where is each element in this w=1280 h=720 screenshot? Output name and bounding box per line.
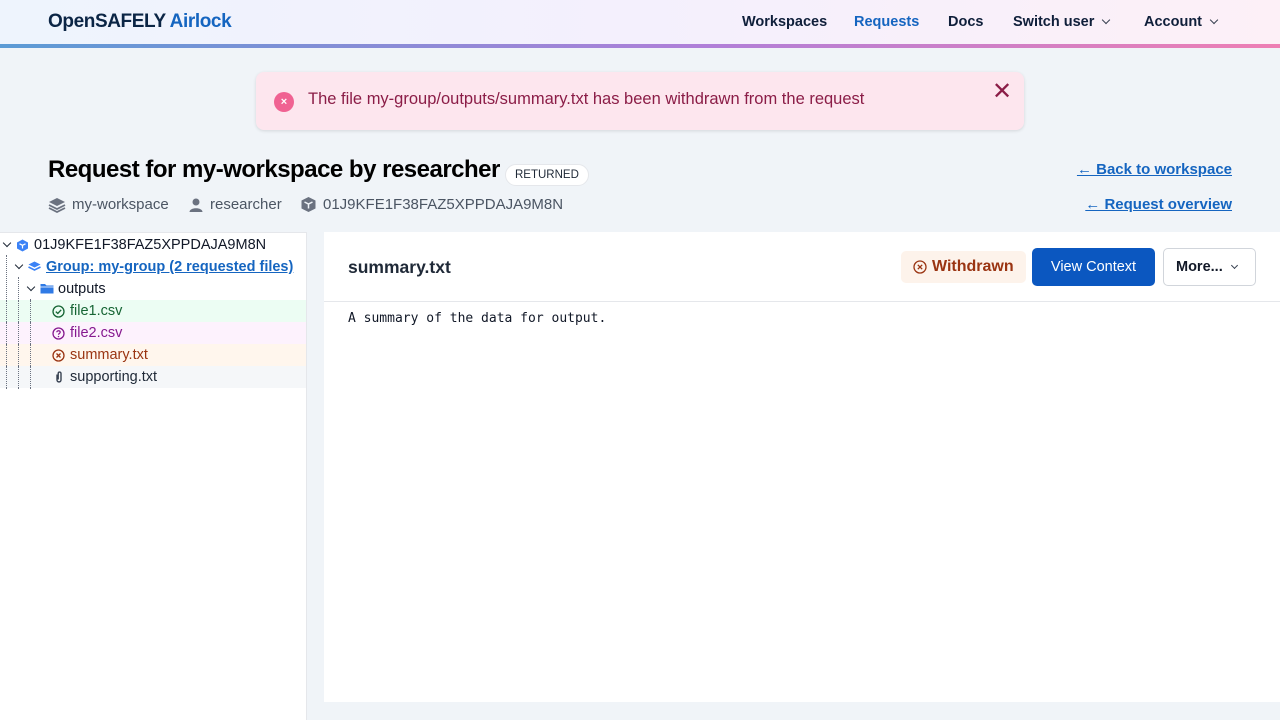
- tree-guide-line: [18, 344, 19, 366]
- x-circle-icon: [913, 260, 927, 274]
- tree-file-label: file2.csv: [70, 325, 123, 341]
- tree-guide-line: [6, 344, 7, 366]
- tree-guide-line: [30, 344, 31, 366]
- x-circle-icon: [52, 349, 65, 362]
- file-content: A summary of the data for output.: [348, 311, 607, 326]
- file-viewer-header: summary.txt Withdrawn View Context More.…: [324, 232, 1280, 302]
- tree-file-row[interactable]: file1.csv: [0, 300, 306, 322]
- brand-secondary: Airlock: [169, 11, 232, 32]
- more-dropdown-button[interactable]: More...: [1163, 248, 1256, 286]
- brand-logo[interactable]: OpenSAFELY Airlock: [48, 11, 232, 33]
- tree-guide-line: [30, 322, 31, 344]
- tree-guide-line: [30, 366, 31, 388]
- tree-guide-line: [6, 322, 7, 344]
- tree-folder-label: outputs: [58, 281, 106, 297]
- nav-switch-user-label: Switch user: [1013, 14, 1095, 30]
- view-context-button[interactable]: View Context: [1032, 248, 1155, 286]
- x-circle-icon: ×: [274, 92, 294, 112]
- request-overview-link[interactable]: ← Request overview: [1085, 196, 1232, 213]
- tree-guide-line: [18, 366, 19, 388]
- file-tree: 01J9KFE1F38FAZ5XPPDAJA9M8N Group: my-gro…: [0, 232, 307, 720]
- check-circle-icon: [52, 305, 65, 318]
- meta-workspace: my-workspace: [48, 196, 169, 213]
- more-label: More...: [1176, 259, 1223, 275]
- nav-workspaces[interactable]: Workspaces: [742, 14, 827, 30]
- back-to-workspace-link[interactable]: ← Back to workspace: [1077, 161, 1232, 178]
- withdrawn-status-label: Withdrawn: [932, 258, 1014, 275]
- tree-folder-node[interactable]: outputs: [0, 278, 306, 300]
- meta-author: researcher: [188, 196, 282, 213]
- withdrawn-status-badge: Withdrawn: [901, 251, 1026, 283]
- chevron-down-icon[interactable]: [26, 282, 36, 292]
- meta-request-id-label: 01J9KFE1F38FAZ5XPPDAJA9M8N: [323, 196, 564, 213]
- brand-primary: OpenSAFELY: [48, 11, 166, 32]
- user-icon: [189, 198, 203, 212]
- meta-workspace-label: my-workspace: [72, 196, 169, 213]
- alert-banner: × The file my-group/outputs/summary.txt …: [256, 72, 1024, 130]
- question-circle-icon: [52, 327, 65, 340]
- tree-file-label: summary.txt: [70, 347, 148, 363]
- tree-root-label: 01J9KFE1F38FAZ5XPPDAJA9M8N: [34, 237, 267, 253]
- chevron-down-icon[interactable]: [2, 238, 12, 248]
- cube-icon: [301, 197, 316, 212]
- request-cube-icon: [17, 239, 28, 252]
- tree-file-row-selected[interactable]: summary.txt: [0, 344, 306, 366]
- chevron-down-icon: [1230, 261, 1238, 270]
- nav-requests[interactable]: Requests: [854, 14, 919, 30]
- layers-icon: [48, 197, 66, 213]
- tree-file-row[interactable]: file2.csv: [0, 322, 306, 344]
- meta-request-id: 01J9KFE1F38FAZ5XPPDAJA9M8N: [300, 196, 563, 213]
- top-navbar: OpenSAFELY Airlock Workspaces Requests D…: [0, 0, 1280, 44]
- page-title: Request for my-workspace by researcher: [48, 156, 500, 183]
- file-title: summary.txt: [348, 257, 451, 277]
- chevron-down-icon: [1209, 15, 1219, 25]
- nav-docs[interactable]: Docs: [948, 14, 983, 30]
- tree-group-link[interactable]: Group: my-group (2 requested files): [46, 256, 293, 278]
- tree-guide-line: [30, 300, 31, 322]
- layers-icon: [28, 261, 41, 271]
- status-badge: RETURNED: [505, 164, 589, 186]
- tree-file-label: file1.csv: [70, 303, 123, 319]
- tree-file-label: supporting.txt: [70, 369, 158, 385]
- nav-switch-user[interactable]: Switch user: [1013, 14, 1111, 30]
- paperclip-icon: [56, 371, 62, 383]
- meta-author-label: researcher: [210, 196, 282, 213]
- header-gradient-bar: [0, 44, 1280, 48]
- tree-group-node[interactable]: Group: my-group (2 requested files): [0, 256, 306, 278]
- nav-account[interactable]: Account: [1144, 14, 1219, 30]
- tree-guide-line: [6, 300, 7, 322]
- alert-message: The file my-group/outputs/summary.txt ha…: [308, 90, 865, 108]
- tree-guide-line: [6, 366, 7, 388]
- tree-root-node[interactable]: 01J9KFE1F38FAZ5XPPDAJA9M8N: [0, 234, 306, 256]
- tree-guide-line: [18, 322, 19, 344]
- nav-account-label: Account: [1144, 14, 1202, 30]
- file-viewer: summary.txt Withdrawn View Context More.…: [324, 232, 1280, 702]
- chevron-down-icon[interactable]: [14, 260, 24, 270]
- chevron-down-icon: [1102, 15, 1111, 25]
- close-icon[interactable]: ✕: [990, 80, 1014, 104]
- tree-guide-line: [18, 300, 19, 322]
- tree-file-row[interactable]: supporting.txt: [0, 366, 306, 388]
- folder-icon: [40, 284, 54, 294]
